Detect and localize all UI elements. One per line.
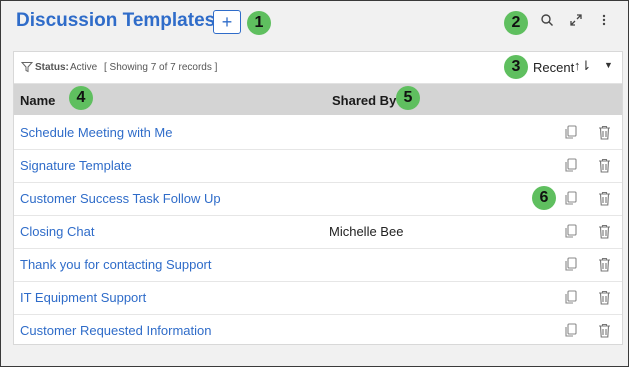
filter-icon[interactable] — [20, 61, 34, 73]
column-header-shared-by[interactable]: Shared By — [332, 93, 396, 108]
sort-order-icon[interactable]: ↑⇂ — [574, 58, 591, 74]
callout-badge-2: 2 — [504, 11, 528, 35]
template-name-link[interactable]: Schedule Meeting with Me — [20, 125, 172, 140]
column-header-name[interactable]: Name — [20, 93, 55, 108]
record-count: [ Showing 7 of 7 records ] — [104, 62, 218, 73]
template-name-link[interactable]: Signature Template — [20, 158, 132, 173]
templates-panel: Status: Active [ Showing 7 of 7 records … — [13, 51, 623, 345]
template-name-link[interactable]: Customer Requested Information — [20, 323, 211, 338]
sort-dropdown-caret[interactable]: ▼ — [604, 60, 613, 70]
callout-badge-6: 6 — [532, 186, 556, 210]
table-row: Thank you for contacting Support — [14, 248, 622, 282]
shared-by-value: Michelle Bee — [329, 224, 404, 239]
callout-badge-4: 4 — [69, 86, 93, 110]
search-icon[interactable] — [538, 13, 556, 31]
callout-badge-5: 5 — [396, 86, 420, 110]
table-row: Closing Chat Michelle Bee — [14, 215, 622, 249]
expand-icon[interactable] — [567, 13, 585, 31]
trash-icon[interactable] — [598, 224, 611, 239]
trash-icon[interactable] — [598, 158, 611, 173]
table-row: Schedule Meeting with Me — [14, 116, 622, 150]
copy-icon[interactable] — [564, 191, 578, 206]
copy-icon[interactable] — [564, 323, 578, 338]
template-name-link[interactable]: Thank you for contacting Support — [20, 257, 212, 272]
add-template-button[interactable]: + — [213, 10, 241, 34]
app-frame: Discussion Templates + 1 2 Status: Activ… — [0, 0, 629, 367]
template-name-link[interactable]: IT Equipment Support — [20, 290, 146, 305]
copy-icon[interactable] — [564, 257, 578, 272]
trash-icon[interactable] — [598, 257, 611, 272]
template-name-link[interactable]: Closing Chat — [20, 224, 94, 239]
page-title: Discussion Templates — [16, 10, 216, 31]
table-row: IT Equipment Support — [14, 281, 622, 315]
copy-icon[interactable] — [564, 224, 578, 239]
copy-icon[interactable] — [564, 125, 578, 140]
sort-dropdown-label[interactable]: Recent — [533, 60, 574, 75]
callout-badge-3: 3 — [504, 55, 528, 79]
copy-icon[interactable] — [564, 290, 578, 305]
trash-icon[interactable] — [598, 191, 611, 206]
trash-icon[interactable] — [598, 290, 611, 305]
status-filter-value[interactable]: Active — [70, 62, 97, 73]
table-row: Customer Success Task Follow Up 6 — [14, 182, 622, 216]
copy-icon[interactable] — [564, 158, 578, 173]
table-row: Signature Template — [14, 149, 622, 183]
more-vertical-icon[interactable] — [595, 13, 613, 31]
table-row: Customer Requested Information — [14, 314, 622, 347]
template-name-link[interactable]: Customer Success Task Follow Up — [20, 191, 221, 206]
trash-icon[interactable] — [598, 323, 611, 338]
filter-bar: Status: Active [ Showing 7 of 7 records … — [14, 52, 622, 84]
page-header: Discussion Templates + 1 2 — [1, 1, 628, 45]
callout-badge-1: 1 — [247, 11, 271, 35]
status-filter-label[interactable]: Status: — [35, 62, 69, 73]
table-header: Name 4 Shared By 5 — [14, 84, 622, 115]
trash-icon[interactable] — [598, 125, 611, 140]
